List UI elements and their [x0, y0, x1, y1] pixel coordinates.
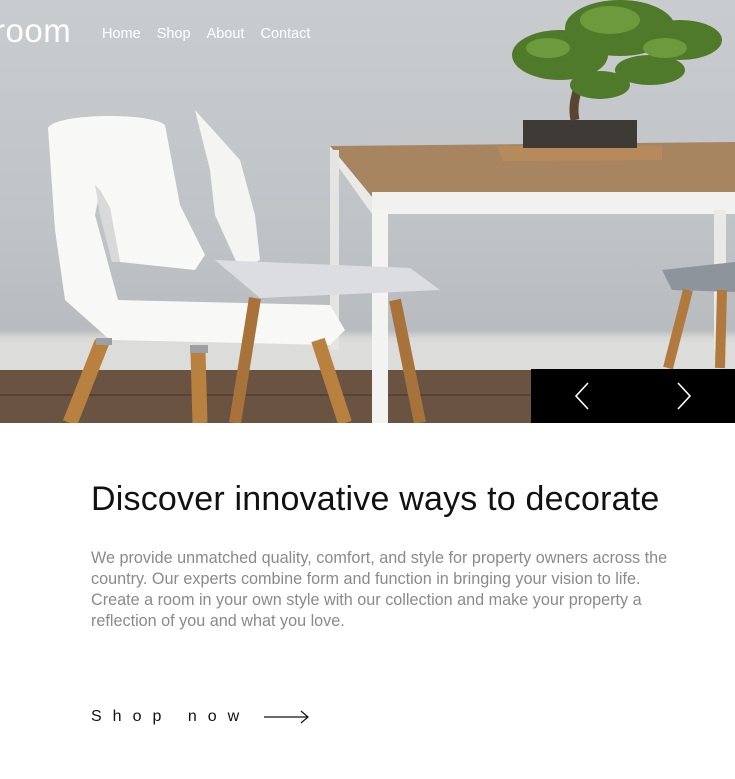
slider-prev-button[interactable] — [531, 369, 633, 423]
intro-description: We provide unmatched quality, comfort, a… — [91, 549, 668, 630]
nav-item-contact[interactable]: Contact — [260, 26, 310, 42]
hero-section: room Home Shop About Contact — [0, 0, 735, 423]
slider-next-button[interactable] — [633, 369, 735, 423]
shop-now-link[interactable]: Shop now — [91, 708, 310, 726]
chevron-right-icon — [677, 382, 692, 410]
nav-item-shop[interactable]: Shop — [157, 26, 191, 42]
brand-logo[interactable]: room — [0, 12, 71, 50]
page-heading: Discover innovative ways to decorate — [91, 480, 660, 518]
arrow-right-icon — [264, 710, 310, 724]
chevron-left-icon — [574, 382, 589, 410]
intro-section: Discover innovative ways to decorate We … — [91, 478, 691, 632]
hero-image — [0, 0, 735, 423]
nav-item-about[interactable]: About — [207, 26, 245, 42]
main-nav: Home Shop About Contact — [102, 26, 326, 42]
nav-item-home[interactable]: Home — [102, 26, 141, 42]
shop-now-label: Shop now — [91, 708, 251, 725]
slider-controls — [531, 369, 735, 423]
